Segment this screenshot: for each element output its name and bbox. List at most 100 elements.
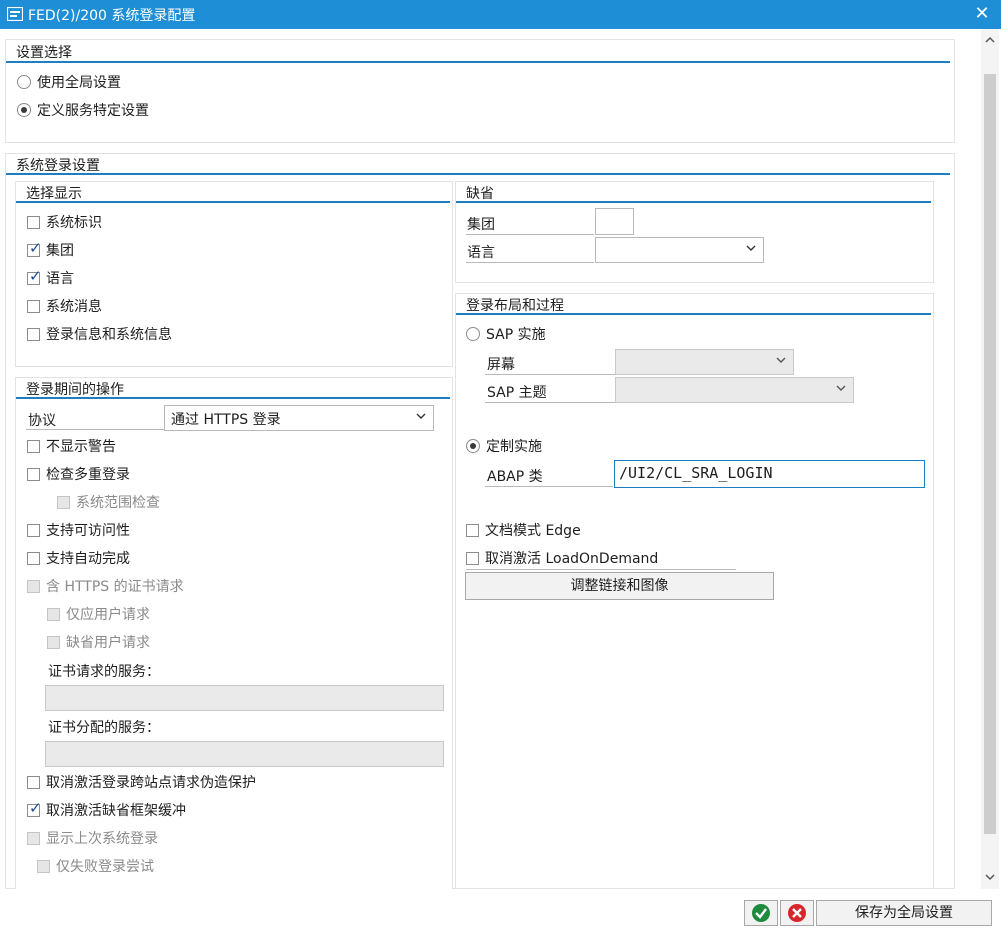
label-underline (26, 429, 164, 430)
scroll-up-icon[interactable] (985, 35, 995, 45)
settings-selection-panel (5, 39, 955, 143)
checkbox-autocomplete[interactable]: 支持自动完成 (27, 547, 130, 569)
checkbox-edge-mode[interactable]: 文档模式 Edge (466, 519, 581, 541)
cert-assign-input[interactable] (45, 741, 444, 767)
protocol-dropdown[interactable]: 通过 HTTPS 登录 (164, 405, 434, 431)
settings-selection-title: 设置选择 (16, 45, 72, 61)
label-underline (485, 402, 615, 403)
checkbox[interactable]: ✓ (27, 240, 42, 257)
sap-window-icon (7, 7, 23, 21)
scroll-down-icon[interactable] (985, 872, 995, 882)
checkbox-disable-lod[interactable]: 取消激活 LoadOnDemand (466, 547, 658, 569)
label-underline (485, 486, 613, 487)
checkbox[interactable] (27, 551, 40, 565)
login-operations-title: 登录期间的操作 (26, 382, 124, 398)
checkbox-check-multi[interactable]: 检查多重登录 (27, 463, 130, 485)
checkbox[interactable] (27, 579, 40, 593)
checkbox[interactable] (57, 495, 70, 509)
cancel-button[interactable] (780, 900, 814, 926)
checkbox-disable-frame[interactable]: ✓ 取消激活缺省框架缓冲 (27, 799, 186, 821)
radio-sap-impl[interactable]: SAP 实施 (466, 323, 546, 345)
checkbox-default-user[interactable]: 缺省用户请求 (47, 631, 150, 653)
checkbox-label: 语言 (46, 271, 74, 287)
checkbox-system-wide[interactable]: 系统范围检查 (57, 491, 160, 513)
checkbox-label: 取消激活 LoadOnDemand (485, 551, 659, 567)
checkbox[interactable]: ✓ (27, 268, 42, 285)
checkbox[interactable] (466, 551, 479, 565)
checkbox[interactable] (466, 523, 479, 537)
checkbox-system-messages[interactable]: 系统消息 (27, 295, 102, 317)
scroll-thumb[interactable] (984, 74, 996, 834)
checkbox-label: 系统标识 (46, 215, 102, 231)
checkbox-label: 取消激活登录跨站点请求伪造保护 (46, 775, 256, 791)
theme-label: SAP 主题 (487, 385, 547, 401)
checkbox-only-user[interactable]: 仅应用户请求 (47, 603, 150, 625)
checkbox[interactable] (27, 439, 40, 453)
checkbox-label: 缺省用户请求 (66, 635, 150, 651)
checkbox[interactable] (27, 467, 40, 481)
abap-class-value: /UI2/CL_SRA_LOGIN (619, 464, 773, 482)
checkbox[interactable] (47, 635, 60, 649)
checkbox[interactable] (27, 215, 40, 229)
footer-bar: 保存为全局设置 (0, 890, 1001, 935)
client-input[interactable] (595, 208, 634, 235)
checkbox[interactable] (27, 523, 40, 537)
radio-use-global[interactable]: 使用全局设置 (17, 71, 121, 93)
checkbox[interactable]: ✓ (27, 800, 42, 817)
checkbox[interactable] (27, 831, 40, 845)
checkbox[interactable] (27, 775, 40, 789)
checkbox[interactable] (37, 859, 50, 873)
radio-button[interactable] (466, 327, 480, 341)
checkbox[interactable] (27, 327, 40, 341)
ok-button[interactable] (744, 900, 778, 926)
divider (6, 173, 950, 175)
label-underline (485, 374, 615, 375)
language-dropdown[interactable] (595, 237, 764, 263)
label-underline (466, 262, 594, 263)
abap-class-input[interactable]: /UI2/CL_SRA_LOGIN (614, 460, 925, 488)
chevron-down-icon (746, 245, 756, 251)
checkbox-client[interactable]: ✓ 集团 (27, 239, 74, 261)
check-icon (752, 904, 770, 922)
checkbox-no-warning[interactable]: 不显示警告 (27, 435, 116, 457)
radio-button[interactable] (17, 75, 31, 89)
radio-button[interactable] (466, 439, 480, 453)
defaults-panel (455, 181, 934, 283)
divider (456, 313, 931, 315)
radio-label: 定义服务特定设置 (37, 103, 149, 119)
language-label: 语言 (467, 245, 495, 261)
checkbox-label: 支持可访问性 (46, 523, 130, 539)
radio-service-specific[interactable]: 定义服务特定设置 (17, 99, 149, 121)
label-underline (466, 234, 594, 235)
radio-button[interactable] (17, 103, 31, 117)
chevron-down-icon (836, 385, 846, 391)
divider (6, 61, 950, 63)
radio-custom-impl[interactable]: 定制实施 (466, 435, 542, 457)
close-icon[interactable]: ✕ (971, 3, 993, 25)
checkbox-disable-xsrf[interactable]: 取消激活登录跨站点请求伪造保护 (27, 771, 256, 793)
abap-class-label: ABAP 类 (487, 469, 543, 485)
checkbox-label: 支持自动完成 (46, 551, 130, 567)
checkbox-login-info[interactable]: 登录信息和系统信息 (27, 323, 172, 345)
checkbox-cert-https[interactable]: 含 HTTPS 的证书请求 (27, 575, 184, 597)
checkbox[interactable] (47, 607, 60, 621)
display-selection-title: 选择显示 (26, 186, 82, 202)
radio-label: SAP 实施 (486, 327, 546, 343)
chevron-down-icon (776, 357, 786, 363)
checkbox-language[interactable]: ✓ 语言 (27, 267, 74, 289)
checkbox-label: 文档模式 Edge (485, 523, 581, 539)
theme-dropdown[interactable] (615, 377, 854, 403)
vertical-scrollbar[interactable] (981, 29, 999, 889)
checkbox[interactable] (27, 299, 40, 313)
checkbox-only-failed[interactable]: 仅失败登录尝试 (37, 855, 154, 877)
checkbox-system-id[interactable]: 系统标识 (27, 211, 102, 233)
checkbox-label: 显示上次系统登录 (46, 831, 158, 847)
adjust-links-images-button[interactable]: 调整链接和图像 (465, 572, 774, 600)
checkbox-label: 登录信息和系统信息 (46, 327, 172, 343)
save-global-button[interactable]: 保存为全局设置 (816, 900, 992, 926)
screen-dropdown[interactable] (615, 349, 794, 375)
checkbox-show-last[interactable]: 显示上次系统登录 (27, 827, 158, 849)
checkbox-label: 取消激活缺省框架缓冲 (46, 803, 186, 819)
checkbox-accessibility[interactable]: 支持可访问性 (27, 519, 130, 541)
cert-service-input[interactable] (45, 685, 444, 711)
